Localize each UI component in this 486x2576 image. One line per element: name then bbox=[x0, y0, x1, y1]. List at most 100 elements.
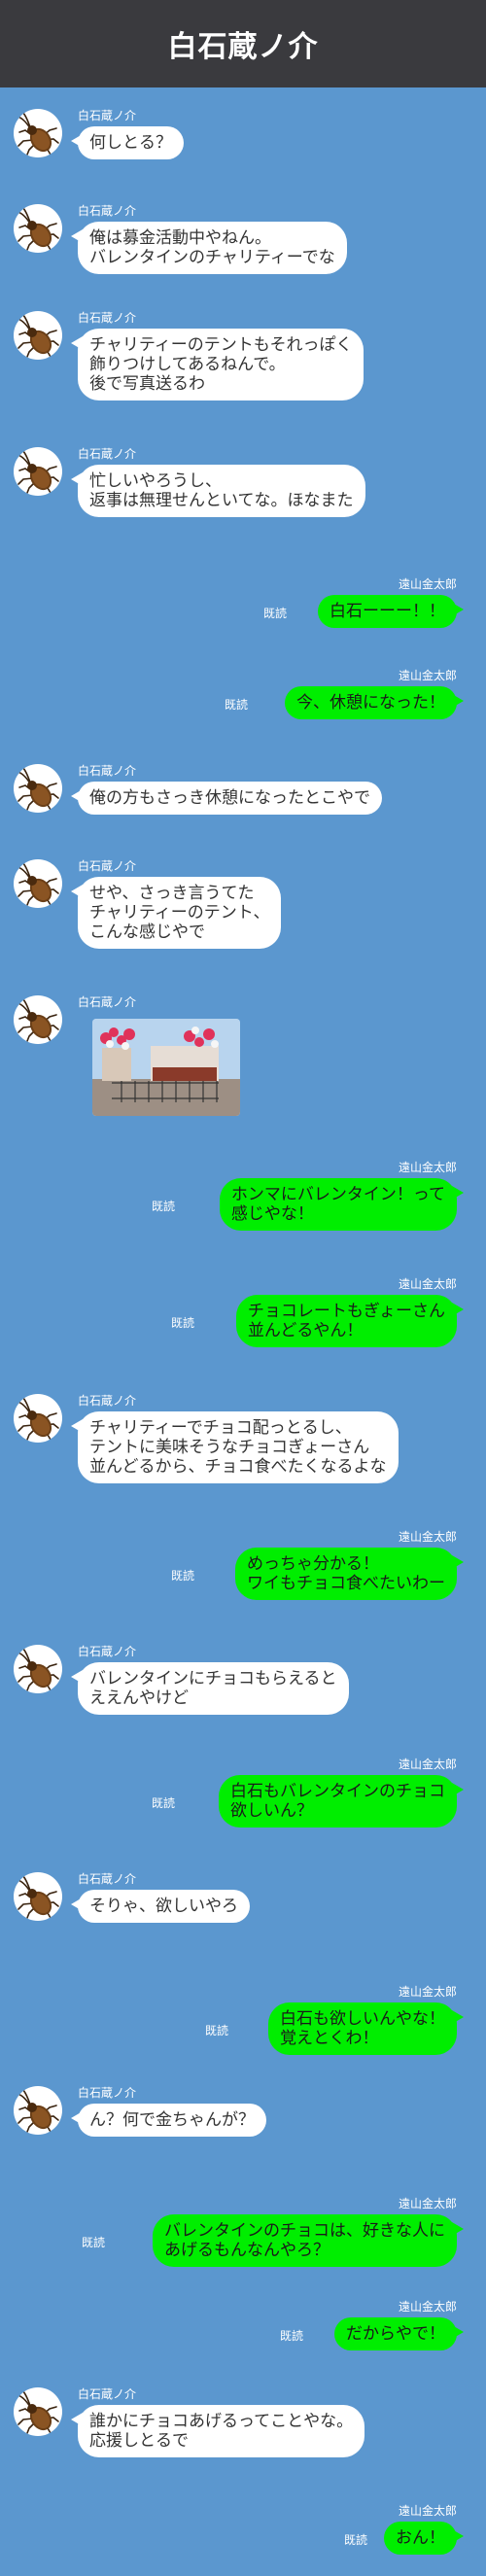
message-text: 欲しいん？ bbox=[230, 1801, 313, 1821]
incoming-message-bubble[interactable]: チャリティーでチョコ配っとるし、 テントに美味そうなチョコぎょーさん 並んどるから、… bbox=[71, 1411, 399, 1483]
sender-name: 遠山金太郎 bbox=[398, 1277, 457, 1291]
beetle-icon[interactable] bbox=[14, 859, 62, 908]
message-text: 俺の方もさっき休憩になったとこやで bbox=[89, 788, 370, 808]
chat-header: 白石蔵ノ介 bbox=[0, 0, 486, 87]
read-receipt: 既読 bbox=[224, 698, 248, 712]
sender-name: 白石蔵ノ介 bbox=[78, 1872, 137, 1886]
sender-name: 遠山金太郎 bbox=[398, 1161, 457, 1174]
sender-name: 白石蔵ノ介 bbox=[78, 764, 137, 778]
outgoing-message-bubble[interactable]: めっちゃ分かる！ ワイもチョコ食べたいわー bbox=[235, 1548, 464, 1600]
sender-name: 遠山金太郎 bbox=[398, 1985, 457, 1999]
message-text: 誰かにチョコあげるってことやな。 bbox=[89, 2412, 354, 2431]
message-text: めっちゃ分かる！ bbox=[247, 1554, 379, 1574]
outgoing-message-bubble[interactable]: バレンタインのチョコは、好きな人に あげるもんなんやろ？ bbox=[153, 2214, 464, 2267]
beetle-icon[interactable] bbox=[14, 995, 62, 1044]
sender-name: 白石蔵ノ介 bbox=[78, 859, 137, 873]
sender-name: 遠山金太郎 bbox=[398, 1530, 457, 1544]
read-receipt: 既読 bbox=[170, 1316, 194, 1330]
outgoing-message-bubble[interactable]: だからやで！ bbox=[334, 2317, 464, 2350]
message-text: 白石も欲しいんやな！ bbox=[280, 2009, 445, 2029]
incoming-message-bubble[interactable]: せや、さっき言うてた チャリティーのテント、 こんな感じやで bbox=[70, 877, 282, 949]
message-text: 飾りつけしてあるねんで。 bbox=[89, 355, 286, 374]
message-text: バレンタインのチャリティーでな bbox=[89, 248, 335, 267]
incoming-message-bubble[interactable]: 俺の方もさっき休憩になったとこやで bbox=[71, 782, 382, 815]
message-text: こんな感じやで bbox=[89, 922, 205, 942]
message-text: だからやで！ bbox=[346, 2324, 445, 2344]
message-text: バレンタインのチョコは、好きな人に bbox=[164, 2221, 445, 2241]
message-text: チャリティーのテントもそれっぽく bbox=[89, 335, 353, 355]
message-text: おん！ bbox=[396, 2528, 445, 2548]
outgoing-message-bubble[interactable]: ホンマにバレンタイン！って 感じやな！ bbox=[219, 1178, 465, 1231]
message-text: ええんやけど bbox=[89, 1688, 189, 1708]
beetle-icon[interactable] bbox=[14, 311, 62, 360]
read-receipt: 既読 bbox=[81, 2236, 105, 2249]
message-text: チョコレートもぎょーさん bbox=[247, 1302, 445, 1321]
beetle-icon[interactable] bbox=[14, 204, 62, 253]
beetle-icon[interactable] bbox=[14, 109, 62, 157]
message-text: 覚えとくわ！ bbox=[280, 2029, 379, 2048]
outgoing-message-bubble[interactable]: 白石も欲しいんやな！ 覚えとくわ！ bbox=[268, 2002, 464, 2055]
beetle-icon[interactable] bbox=[14, 1645, 62, 1693]
message-text: ホンマにバレンタイン！って bbox=[230, 1185, 445, 1204]
incoming-message-bubble[interactable]: バレンタインにチョコもらえると ええんやけど bbox=[71, 1662, 349, 1715]
message-text: 返事は無理せんといてな。ほなまた bbox=[89, 491, 354, 510]
beetle-icon[interactable] bbox=[14, 447, 62, 496]
beetle-icon[interactable] bbox=[14, 2387, 62, 2436]
sender-name: 白石蔵ノ介 bbox=[78, 204, 137, 218]
read-receipt: 既読 bbox=[170, 1569, 194, 1583]
incoming-message-bubble[interactable]: チャリティーのテントもそれっぽく 飾りつけしてあるねんで。 後で写真送るわ bbox=[70, 329, 364, 400]
incoming-message-bubble[interactable]: そりゃ、欲しいやろ bbox=[71, 1890, 250, 1923]
message-text: 何しとる？ bbox=[89, 133, 172, 153]
message-text: 並んどるやん！ bbox=[247, 1321, 364, 1340]
sender-name: 遠山金太郎 bbox=[398, 2300, 457, 2314]
message-text: 並んどるから、チョコ食べたくなるよな bbox=[89, 1457, 387, 1477]
beetle-icon[interactable] bbox=[14, 1872, 62, 1921]
sender-name: 白石蔵ノ介 bbox=[78, 109, 137, 122]
message-text: 感じやな！ bbox=[230, 1204, 314, 1224]
message-text: 白石もバレンタインのチョコ bbox=[230, 1782, 445, 1801]
read-receipt: 既読 bbox=[151, 1200, 175, 1213]
sender-name: 白石蔵ノ介 bbox=[78, 447, 137, 461]
incoming-message-bubble[interactable]: 誰かにチョコあげるってことやな。 応援しとるで bbox=[70, 2405, 365, 2457]
message-text: 今、休憩になった！ bbox=[296, 693, 445, 713]
chat-title: 白石蔵ノ介 bbox=[167, 30, 319, 64]
incoming-message-bubble[interactable]: 忙しいやろうし、 返事は無理せんといてな。ほなまた bbox=[71, 465, 365, 517]
message-text: テントに美味そうなチョコぎょーさん bbox=[89, 1438, 370, 1457]
message-text: せや、さっき言うてた bbox=[89, 884, 255, 903]
sender-name: 白石蔵ノ介 bbox=[78, 311, 137, 325]
beetle-icon[interactable] bbox=[14, 764, 62, 813]
sender-name: 白石蔵ノ介 bbox=[78, 2387, 137, 2401]
sender-name: 遠山金太郎 bbox=[398, 669, 457, 682]
message-text: そりゃ、欲しいやろ bbox=[89, 1897, 238, 1916]
sender-name: 白石蔵ノ介 bbox=[78, 1394, 137, 1408]
outgoing-message-bubble[interactable]: おん！ bbox=[384, 2522, 464, 2555]
message-text: チャリティーでチョコ配っとるし、 bbox=[89, 1418, 352, 1438]
incoming-message-bubble[interactable]: ん？何で金ちゃんが？ bbox=[71, 2104, 266, 2137]
sender-name: 遠山金太郎 bbox=[398, 2197, 457, 2210]
message-text: あげるもんなんやろ？ bbox=[164, 2241, 330, 2260]
beetle-icon[interactable] bbox=[14, 1394, 62, 1443]
sender-name: 白石蔵ノ介 bbox=[78, 2086, 137, 2100]
sender-name: 白石蔵ノ介 bbox=[78, 1645, 137, 1658]
photo-attachment[interactable] bbox=[92, 1019, 240, 1116]
message-text: ん？何で金ちゃんが？ bbox=[89, 2110, 255, 2130]
incoming-message-bubble[interactable]: 何しとる？ bbox=[71, 126, 184, 159]
outgoing-message-bubble[interactable]: 白石もバレンタインのチョコ 欲しいん？ bbox=[219, 1775, 464, 1828]
read-receipt: 既読 bbox=[279, 2329, 303, 2343]
message-text: チャリティーのテント、 bbox=[89, 903, 270, 922]
message-text: 白石ーーー！！ bbox=[330, 602, 445, 621]
incoming-message-bubble[interactable]: 俺は募金活動中やねん。 バレンタインのチャリティーでな bbox=[71, 222, 347, 274]
read-receipt: 既読 bbox=[151, 1796, 175, 1810]
outgoing-message-bubble[interactable]: 今、休憩になった！ bbox=[285, 686, 464, 719]
message-text: 応援しとるで bbox=[89, 2431, 189, 2451]
read-receipt: 既読 bbox=[204, 2024, 228, 2037]
sender-name: 白石蔵ノ介 bbox=[78, 995, 137, 1009]
outgoing-message-bubble[interactable]: チョコレートもぎょーさん 並んどるやん！ bbox=[235, 1295, 465, 1347]
message-text: 俺は募金活動中やねん。 bbox=[89, 228, 271, 248]
beetle-icon[interactable] bbox=[14, 2086, 62, 2135]
read-receipt: 既読 bbox=[262, 607, 287, 620]
sender-name: 遠山金太郎 bbox=[398, 2504, 457, 2518]
sender-name: 遠山金太郎 bbox=[398, 577, 457, 591]
message-text: 後で写真送るわ bbox=[89, 374, 205, 394]
outgoing-message-bubble[interactable]: 白石ーーー！！ bbox=[318, 595, 464, 628]
